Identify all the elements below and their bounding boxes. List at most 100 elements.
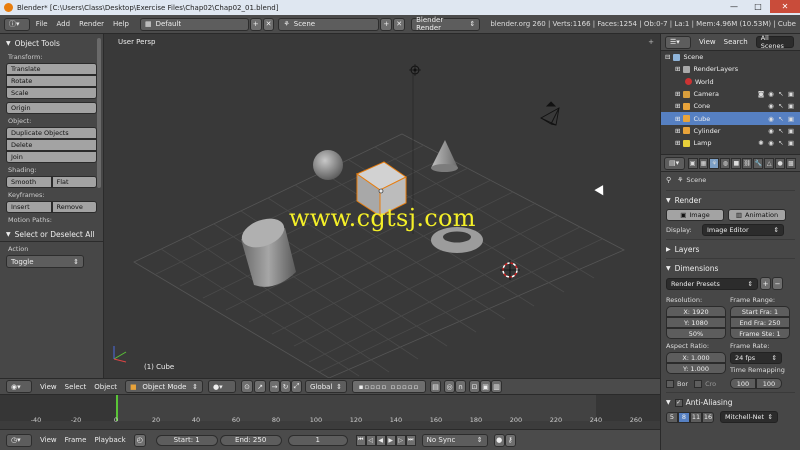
scene-tab-icon[interactable]: ⚘ <box>709 157 720 169</box>
close-button[interactable]: ✕ <box>770 0 800 13</box>
render-camera-icon[interactable]: ▣ <box>786 127 796 135</box>
rotate-manipulator-button[interactable]: ↻ <box>280 380 292 393</box>
render-camera-icon[interactable]: ▣ <box>786 90 796 98</box>
render-animation-button[interactable]: ▥ Animation <box>728 209 786 221</box>
join-button[interactable]: Join <box>6 151 97 163</box>
menu-render[interactable]: Render <box>79 20 104 28</box>
origin-button[interactable]: Origin <box>6 102 97 114</box>
scene-select[interactable]: ⚘ Scene <box>278 17 380 31</box>
smooth-button[interactable]: Smooth <box>6 176 52 188</box>
frame-step-field[interactable]: Frame Ste: 1 <box>730 328 790 339</box>
action-select[interactable]: Toggle ⇕ <box>6 255 84 268</box>
mode-select[interactable]: ■ Object Mode ⇕ <box>125 380 204 393</box>
minimize-button[interactable]: — <box>722 0 746 13</box>
menu-view[interactable]: View <box>40 383 57 391</box>
object-tools-panel-header[interactable]: ▼ Object Tools <box>6 39 97 48</box>
editor-type-button[interactable]: ◉▾ <box>6 380 32 393</box>
aspect-x-field[interactable]: X: 1.000 <box>666 352 726 363</box>
outliner-row-world[interactable]: World <box>661 76 800 88</box>
aa-samples-16-button[interactable]: 16 <box>702 411 714 423</box>
resolution-x-field[interactable]: X: 1920 <box>666 306 726 317</box>
eye-icon[interactable]: ◉ <box>766 115 776 123</box>
lock-layers-button[interactable]: ▤ <box>430 380 442 393</box>
screen-layout-select[interactable]: ▦ Default <box>139 17 249 31</box>
cursor-select-icon[interactable]: ↖ <box>776 102 786 110</box>
add-scene-button[interactable]: + <box>380 17 393 31</box>
render-engine-select[interactable]: Blender Render ⇕ <box>411 16 481 32</box>
outliner-menu-view[interactable]: View <box>699 38 716 46</box>
3d-viewport[interactable]: User Persp + (1) Cube www.cgtsj.com <box>104 34 660 378</box>
menu-help[interactable]: Help <box>113 20 129 28</box>
remap-new-field[interactable]: 100 <box>756 378 782 389</box>
crop-checkbox[interactable] <box>694 379 703 388</box>
aspect-y-field[interactable]: Y: 1.000 <box>666 363 726 374</box>
world-tab-icon[interactable]: ◍ <box>720 157 731 169</box>
timeline-editor[interactable]: -40 -20 0 20 40 60 80 100 120 140 160 180 200 220 240 2… <box>0 394 660 429</box>
menu-select[interactable]: Select <box>65 383 87 391</box>
maximize-button[interactable]: □ <box>746 0 770 13</box>
material-tab-icon[interactable]: ● <box>775 157 786 169</box>
outliner-row-cylinder[interactable]: ⊞ Cylinder ◉ ↖ ▣ <box>661 125 800 137</box>
aa-samples-11-button[interactable]: 11 <box>690 411 702 423</box>
eye-icon[interactable]: ◉ <box>766 139 776 147</box>
auto-keying-button[interactable]: ● <box>493 433 505 447</box>
outliner-display-select[interactable]: All Scenes <box>755 34 794 50</box>
dimensions-panel-header[interactable]: ▼ Dimensions <box>666 264 795 273</box>
manipulator-toggle[interactable]: ↗ <box>254 380 267 393</box>
delete-layout-button[interactable]: ✕ <box>262 17 275 31</box>
editor-type-button[interactable]: ◷▾ <box>6 433 32 447</box>
remap-old-field[interactable]: 100 <box>730 378 756 389</box>
constraints-tab-icon[interactable]: ⛓ <box>742 157 753 169</box>
outliner-row-lamp[interactable]: ⊞ Lamp ✺ ◉ ↖ ▣ <box>661 137 800 149</box>
render-presets-select[interactable]: Render Presets ⇕ <box>666 277 758 290</box>
flat-button[interactable]: Flat <box>51 176 97 188</box>
current-frame-field[interactable]: 1 <box>287 434 348 446</box>
render-layers-tab-icon[interactable]: ▦ <box>698 157 709 169</box>
outliner-row-renderlayers[interactable]: ⊞ RenderLayers <box>661 63 800 75</box>
editor-type-button[interactable]: ☰▾ <box>665 35 691 49</box>
display-select[interactable]: Image Editor ⇕ <box>702 224 784 236</box>
aa-samples-8-button[interactable]: 8 <box>678 411 690 423</box>
frame-start-field[interactable]: Start Fra: 1 <box>730 306 790 317</box>
menu-timeline-view[interactable]: View <box>40 436 57 444</box>
jump-end-button[interactable]: ⏭ <box>405 434 416 446</box>
duplicate-objects-button[interactable]: Duplicate Objects <box>6 127 97 139</box>
insert-keyframe-button[interactable]: Insert <box>6 201 52 213</box>
aa-filter-select[interactable]: Mitchell-Net ⇕ <box>720 411 778 423</box>
transform-orientation-select[interactable]: Global ⇕ <box>305 380 348 393</box>
menu-frame[interactable]: Frame <box>65 436 87 444</box>
sync-mode-select[interactable]: No Sync ⇕ <box>421 433 488 447</box>
translate-manipulator-button[interactable]: → <box>269 380 281 393</box>
region-corner-plus-icon[interactable]: + <box>648 38 654 46</box>
editor-type-button[interactable]: ▤▾ <box>664 156 685 170</box>
cursor-select-icon[interactable]: ↖ <box>776 115 786 123</box>
scale-manipulator-button[interactable]: ⤢ <box>291 380 303 393</box>
viewport-shading-select[interactable]: ●▾ <box>208 380 237 393</box>
menu-file[interactable]: File <box>36 20 48 28</box>
end-frame-field[interactable]: End: 250 <box>219 434 282 446</box>
texture-tab-icon[interactable]: ▩ <box>786 157 796 169</box>
operator-panel-header[interactable]: ▼ Select or Deselect All <box>6 230 97 239</box>
render-preview-button[interactable]: ▣ <box>480 380 492 393</box>
render-tab-camera-icon[interactable]: ▣ <box>687 157 698 169</box>
outliner-tree[interactable]: ⊟ Scene ⊞ RenderLayers World ⊞ Camera ◙ ◉… <box>660 51 800 154</box>
rotate-button[interactable]: Rotate <box>6 75 97 87</box>
outliner-row-cone[interactable]: ⊞ Cone ◉ ↖ ▣ <box>661 100 800 112</box>
prev-keyframe-button[interactable]: ◁ <box>365 434 376 446</box>
editor-type-button[interactable]: ⓘ▾ <box>4 17 30 31</box>
scale-button[interactable]: Scale <box>6 87 97 99</box>
snap-button[interactable]: ∩ <box>455 380 467 393</box>
outliner-row-scene[interactable]: ⊟ Scene <box>661 51 800 63</box>
data-tab-icon[interactable]: △ <box>764 157 775 169</box>
modifiers-tab-icon[interactable]: 🔧 <box>753 157 764 169</box>
play-reverse-button[interactable]: ◀ <box>375 434 386 446</box>
eye-icon[interactable]: ◉ <box>766 90 776 98</box>
jump-start-button[interactable]: ⏮ <box>355 434 366 446</box>
border-checkbox[interactable] <box>666 379 674 388</box>
layers-panel-header[interactable]: ▶ Layers <box>666 245 795 254</box>
layer-buttons[interactable]: ▪▫▫▫▫ ▫▫▫▫▫ <box>352 380 427 393</box>
tool-shelf-scrollbar[interactable] <box>97 38 101 188</box>
render-animation-button[interactable]: ▥ <box>491 380 503 393</box>
delete-button[interactable]: Delete <box>6 139 97 151</box>
translate-button[interactable]: Translate <box>6 63 97 75</box>
